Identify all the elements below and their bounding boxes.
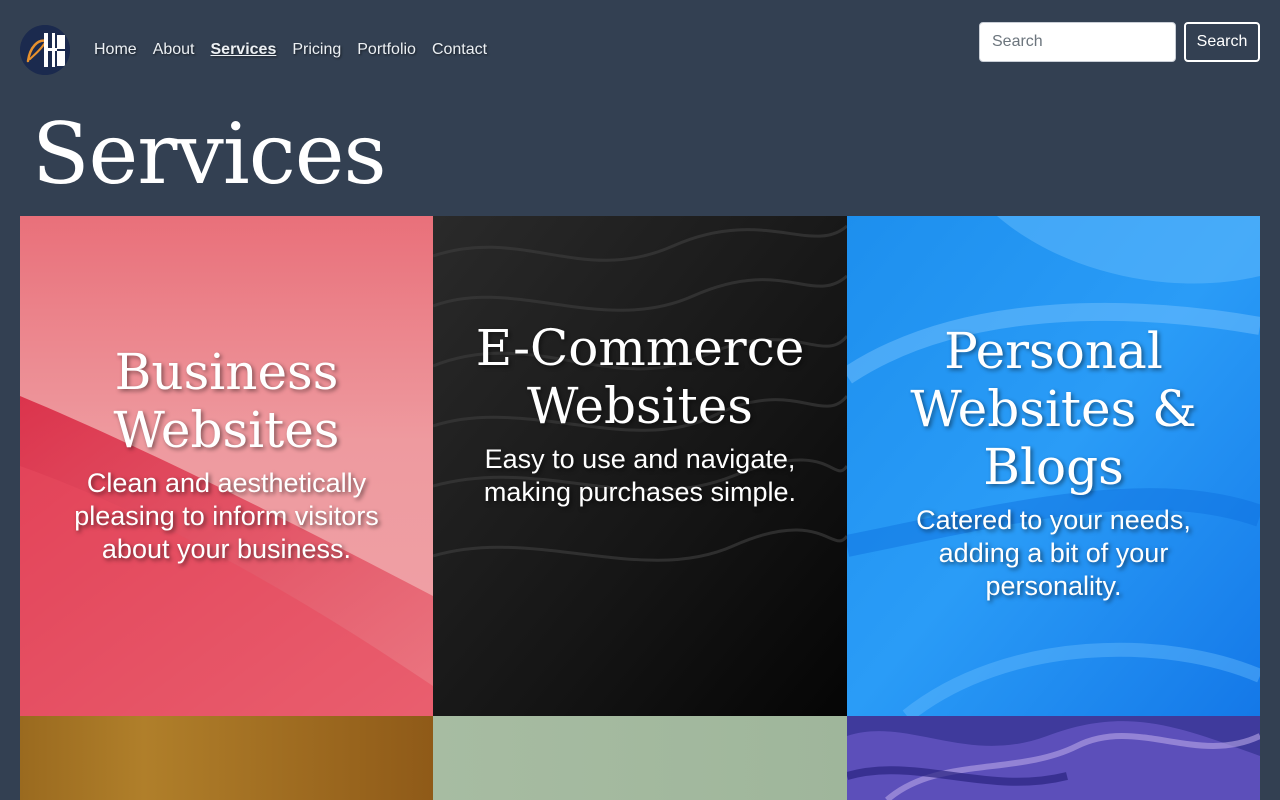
- nav-home[interactable]: Home: [94, 41, 137, 59]
- service-card-5[interactable]: [433, 716, 847, 800]
- service-description: Catered to your needs, adding a bit of y…: [916, 504, 1191, 601]
- ecommerce-card-content: E-Commerce Websites Easy to use and navi…: [433, 319, 847, 509]
- search-input[interactable]: [979, 22, 1176, 62]
- nav-about[interactable]: About: [153, 41, 195, 59]
- service-card-6[interactable]: [847, 716, 1260, 800]
- nav-services[interactable]: Services: [211, 41, 277, 59]
- service-description: Easy to use and navigate, making purchas…: [483, 444, 797, 507]
- page-title: Services: [32, 105, 387, 203]
- brand-logo-icon[interactable]: [20, 25, 70, 75]
- card-4-background: [20, 716, 433, 800]
- personal-card-content: Personal Websites & Blogs Catered to you…: [847, 322, 1260, 603]
- card-6-background: [847, 716, 1260, 800]
- service-title: Personal Websites & Blogs: [910, 321, 1197, 496]
- service-card-ecommerce[interactable]: E-Commerce Websites Easy to use and navi…: [433, 216, 847, 716]
- service-card-business[interactable]: Business Websites Clean and aestheticall…: [20, 216, 433, 716]
- nav-pricing[interactable]: Pricing: [292, 41, 341, 59]
- service-title: Business Websites: [113, 342, 340, 459]
- search-button[interactable]: Search: [1184, 22, 1260, 62]
- service-card-4[interactable]: [20, 716, 433, 800]
- service-description: Clean and aesthetically pleasing to info…: [74, 467, 379, 564]
- card-5-background: [433, 716, 847, 800]
- navbar: Home About Services Pricing Portfolio Co…: [0, 0, 1280, 100]
- service-card-personal[interactable]: Personal Websites & Blogs Catered to you…: [847, 216, 1260, 716]
- nav-portfolio[interactable]: Portfolio: [357, 41, 416, 59]
- nav-links: Home About Services Pricing Portfolio Co…: [94, 40, 503, 60]
- services-grid: Business Websites Clean and aestheticall…: [20, 216, 1260, 800]
- service-title: E-Commerce Websites: [475, 319, 805, 435]
- business-card-content: Business Websites Clean and aestheticall…: [20, 343, 433, 566]
- brand-logo-svg: [20, 25, 70, 75]
- nav-contact[interactable]: Contact: [432, 41, 487, 59]
